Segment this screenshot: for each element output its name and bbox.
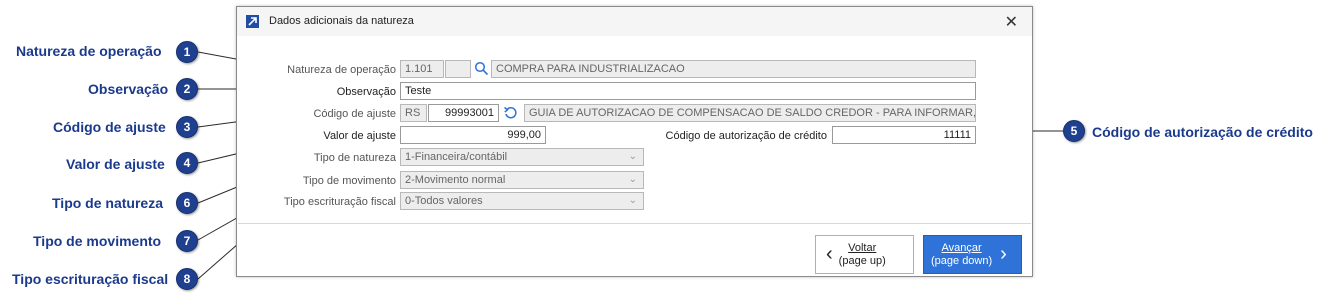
callout-badge-7: 7	[176, 230, 198, 252]
window-title: Dados adicionais da natureza	[269, 15, 414, 27]
undo-icon[interactable]	[503, 105, 518, 125]
callout-label-7: Tipo de movimento	[33, 233, 162, 249]
close-icon[interactable]: ✕	[1005, 12, 1018, 32]
dialog-window: Dados adicionais da natureza ✕ Natureza …	[236, 6, 1033, 277]
footer-divider	[238, 223, 1031, 224]
callout-label-3: Código de ajuste	[53, 119, 166, 135]
observacao-input[interactable]: Teste	[400, 82, 976, 100]
chevron-down-icon: ⌄	[628, 174, 637, 185]
valor-ajuste-label: Valor de ajuste	[323, 130, 396, 142]
tipo-movimento-select: 2-Movimento normal ⌄	[400, 171, 644, 189]
tipo-natureza-value: 1-Financeira/contábil	[405, 151, 508, 163]
natureza-operacao-code-field: 1.101	[400, 60, 444, 78]
tipo-escrituracao-value: 0-Todos valores	[405, 195, 483, 207]
title-bar: Dados adicionais da natureza ✕	[237, 7, 1032, 36]
callout-badge-2: 2	[176, 78, 198, 100]
search-icon[interactable]	[474, 61, 489, 81]
chevron-down-icon: ⌄	[628, 151, 637, 162]
back-button-label: Voltar	[848, 241, 877, 254]
callout-label-8: Tipo escrituração fiscal	[12, 271, 169, 287]
natureza-operacao-description-field: COMPRA PARA INDUSTRIALIZACAO	[491, 60, 976, 78]
back-button[interactable]: ‹ Voltar (page up)	[815, 235, 914, 274]
codigo-ajuste-description-field: GUIA DE AUTORIZACAO DE COMPENSACAO DE SA…	[524, 104, 976, 122]
back-button-shortcut: (page up)	[838, 254, 886, 267]
next-button[interactable]: Avançar (page down) ›	[923, 235, 1022, 274]
callout-badge-6: 6	[176, 192, 198, 214]
codigo-ajuste-uf-field: RS	[400, 104, 427, 122]
codigo-ajuste-label: Código de ajuste	[313, 108, 396, 120]
tipo-escrituracao-label: Tipo escrituração fiscal	[283, 196, 396, 208]
callout-label-4: Valor de ajuste	[66, 156, 165, 172]
codigo-ajuste-code-input[interactable]: 99993001	[428, 104, 499, 122]
natureza-operacao-label: Natureza de operação	[287, 64, 396, 76]
chevron-left-icon: ‹	[826, 243, 833, 265]
tipo-escrituracao-select: 0-Todos valores ⌄	[400, 192, 644, 210]
tipo-movimento-label: Tipo de movimento	[302, 175, 396, 187]
callout-badge-8: 8	[176, 268, 198, 290]
callout-badge-1: 1	[176, 41, 198, 63]
codigo-autorizacao-input[interactable]: 11111	[832, 126, 976, 144]
valor-ajuste-input[interactable]: 999,00	[400, 126, 546, 144]
callout-label-2: Observação	[88, 81, 169, 97]
callout-badge-3: 3	[176, 116, 198, 138]
callout-label-6: Tipo de natureza	[52, 195, 163, 211]
observacao-label: Observação	[336, 86, 396, 98]
natureza-operacao-sub-field	[445, 60, 471, 78]
chevron-right-icon: ›	[1000, 243, 1007, 265]
arrow-up-right-icon	[246, 15, 259, 28]
tipo-movimento-value: 2-Movimento normal	[405, 174, 506, 186]
callout-label-1: Natureza de operação	[16, 43, 162, 59]
tipo-natureza-select: 1-Financeira/contábil ⌄	[400, 148, 644, 166]
callout-badge-4: 4	[176, 152, 198, 174]
callout-label-5: Código de autorização de crédito	[1092, 124, 1313, 140]
next-button-label: Avançar	[941, 241, 982, 254]
tipo-natureza-label: Tipo de natureza	[313, 152, 396, 164]
codigo-autorizacao-label: Código de autorização de crédito	[665, 130, 827, 142]
callout-badge-5: 5	[1063, 120, 1085, 142]
next-button-shortcut: (page down)	[931, 254, 993, 267]
chevron-down-icon: ⌄	[628, 195, 637, 206]
